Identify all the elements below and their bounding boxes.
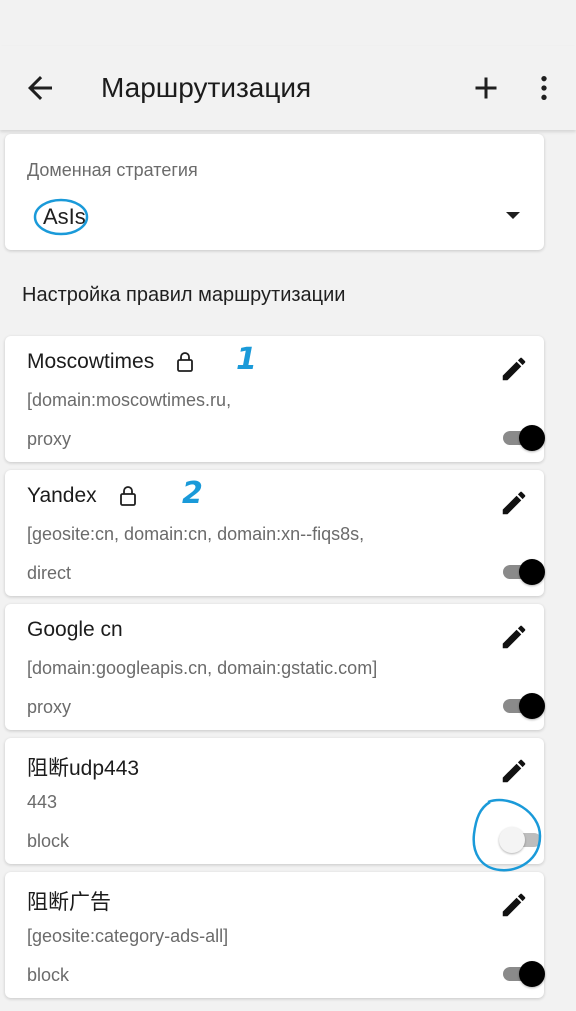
rule-outbound: block [27, 965, 70, 985]
rule-outbound: direct [27, 563, 72, 583]
app-bar: Маршрутизация [0, 46, 576, 130]
annotation-number: 2 [182, 476, 203, 511]
rule-card[interactable]: 阻断广告 [geosite:category-ads-all] block [5, 872, 545, 998]
rule-outbound: proxy [27, 429, 72, 449]
rule-toggle[interactable] [499, 692, 545, 720]
rule-outbound: proxy [27, 697, 72, 717]
rule-card[interactable]: Moscowtimes [domain:moscowtimes.ru, prox… [5, 336, 545, 462]
back-arrow-icon[interactable] [22, 70, 58, 106]
annotation-number: 1 [236, 342, 257, 377]
rule-detail: [geosite:cn, domain:cn, domain:xn--fiqs8… [27, 524, 365, 544]
lock-icon [119, 486, 136, 506]
lock-icon [177, 352, 194, 372]
rule-name: 阻断udp443 [27, 757, 140, 780]
rule-detail: [geosite:category-ads-all] [27, 926, 229, 946]
rule-card[interactable]: Yandex [geosite:cn, domain:cn, domain:xn… [5, 470, 545, 596]
rule-name: Yandex [27, 484, 137, 508]
edit-icon[interactable] [499, 890, 529, 920]
page-title: Маршрутизация [101, 72, 312, 103]
rule-toggle[interactable] [499, 960, 545, 988]
more-vert-icon[interactable] [528, 70, 560, 106]
section-title: Настройка правил маршрутизации [22, 284, 346, 306]
status-bar [0, 0, 576, 46]
rule-toggle[interactable] [499, 558, 545, 586]
rule-detail: [domain:googleapis.cn, domain:gstatic.co… [27, 658, 378, 678]
rule-detail: 443 [27, 792, 58, 812]
edit-icon[interactable] [499, 488, 529, 518]
rule-outbound: block [27, 831, 70, 851]
rule-name: 阻断广告 [27, 891, 111, 914]
annotation-circle-icon [33, 198, 89, 236]
edit-icon[interactable] [499, 756, 529, 786]
domain-strategy-label: Доменная стратегия [27, 160, 198, 180]
dropdown-arrow-icon [506, 212, 520, 219]
edit-icon[interactable] [499, 354, 529, 384]
edit-icon[interactable] [499, 622, 529, 652]
rule-detail: [domain:moscowtimes.ru, [27, 390, 232, 410]
rule-card[interactable]: Google cn [domain:googleapis.cn, domain:… [5, 604, 545, 730]
add-icon[interactable] [468, 70, 504, 106]
rule-name: Google cn [27, 618, 123, 641]
annotation-circle-icon [472, 798, 542, 872]
rule-card[interactable]: 阻断udp443 443 block [5, 738, 544, 864]
rule-toggle[interactable] [499, 424, 545, 452]
rule-name: Moscowtimes [27, 350, 194, 374]
